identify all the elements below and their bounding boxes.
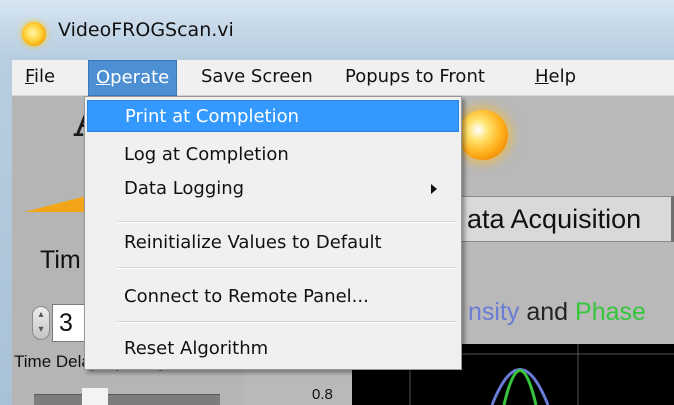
- menu-popups-to-front[interactable]: Popups to Front: [338, 60, 492, 96]
- menu-item-data-logging[interactable]: Data Logging: [87, 173, 459, 205]
- time-control-label: Tim: [40, 246, 81, 274]
- menu-save-screen[interactable]: Save Screen: [194, 60, 320, 96]
- menu-help[interactable]: Help: [528, 60, 583, 96]
- menu-file-rest: ile: [34, 66, 56, 87]
- menu-item-print-at-completion[interactable]: Print at Completion: [87, 100, 459, 132]
- plot-y-tick: 0.8: [312, 386, 333, 403]
- menu-item-reset-algorithm[interactable]: Reset Algorithm: [87, 333, 459, 365]
- labview-sun-icon: [22, 22, 46, 46]
- menu-file-mnemonic: F: [25, 66, 35, 87]
- intensity-curve: [490, 368, 550, 405]
- sun-logo-icon: [458, 110, 508, 160]
- slider-control[interactable]: [34, 394, 220, 405]
- menu-item-reinitialize-values[interactable]: Reinitialize Values to Default: [87, 227, 459, 259]
- slider-thumb[interactable]: [82, 388, 108, 405]
- menu-operate-rest: perate: [110, 67, 170, 88]
- plot-title-intensity: nsity: [468, 298, 520, 326]
- plot-title-phase: Phase: [575, 298, 646, 326]
- menu-item-log-at-completion[interactable]: Log at Completion: [87, 139, 459, 171]
- tab-data-acquisition[interactable]: ata Acquisition: [460, 196, 674, 242]
- menu-help-rest: elp: [548, 66, 577, 87]
- app-window: VideoFROGScan.vi File Operate Save Scree…: [0, 0, 674, 405]
- menu-separator: [117, 321, 457, 323]
- menu-separator: [117, 221, 457, 223]
- plot-title: nsity and Phase: [468, 298, 646, 327]
- menu-operate-mnemonic: O: [96, 67, 111, 88]
- submenu-arrow-icon: [431, 184, 437, 194]
- operate-dropdown-menu: Print at Completion Log at Completion Da…: [84, 96, 462, 370]
- menu-file[interactable]: File: [18, 60, 62, 96]
- plot-title-and: and: [519, 298, 576, 326]
- menu-help-mnemonic: H: [535, 66, 549, 87]
- menu-separator: [117, 267, 457, 269]
- menu-item-data-logging-label: Data Logging: [124, 178, 245, 199]
- menu-item-connect-remote-panel[interactable]: Connect to Remote Panel...: [87, 281, 459, 313]
- numeric-increment-decrement[interactable]: ▴ ▾: [32, 306, 50, 340]
- menu-bar: File Operate Save Screen Popups to Front…: [12, 60, 674, 96]
- window-title: VideoFROGScan.vi: [58, 19, 234, 41]
- menu-operate[interactable]: Operate: [88, 60, 178, 96]
- title-bar[interactable]: VideoFROGScan.vi: [0, 0, 674, 60]
